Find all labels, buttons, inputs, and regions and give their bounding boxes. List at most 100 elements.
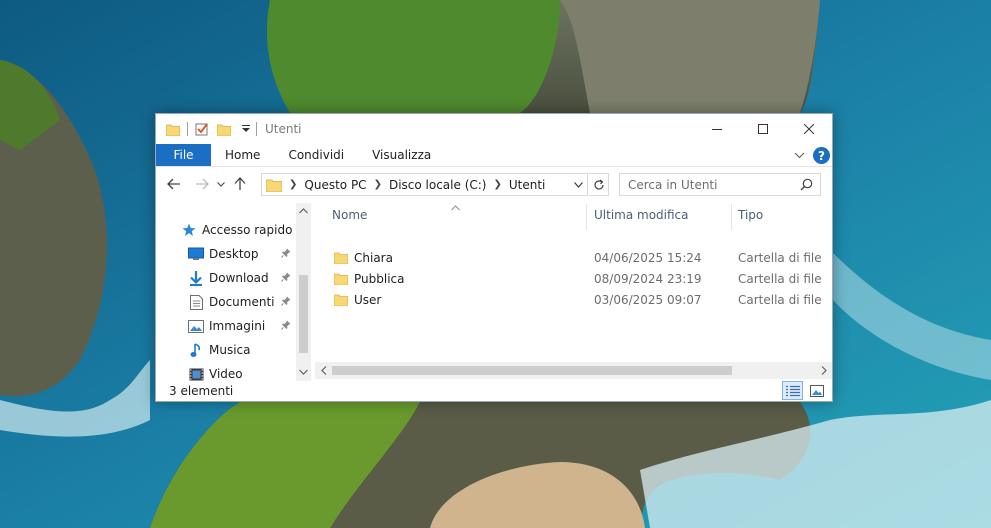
details-view-button[interactable] [782,381,803,400]
chevron-right-icon[interactable]: ❯ [289,179,297,190]
folder-icon [266,178,282,192]
view-switcher [782,381,827,400]
sidebar-item-quick-access[interactable]: Accesso rapido [181,220,292,240]
expand-ribbon-chevron-icon[interactable] [794,152,805,159]
folder-icon [334,273,348,285]
sidebar-item-documents[interactable]: Documenti [188,292,295,312]
sidebar-item-label: Accesso rapido [202,223,293,237]
up-button[interactable] [228,172,252,196]
column-header-type[interactable]: Tipo [738,200,763,230]
up-arrow-icon [234,177,246,190]
file-modified: 04/06/2025 15:24 [594,250,702,265]
file-row-user[interactable]: User 03/06/2025 09:07 Cartella di file [315,289,832,310]
file-modified: 08/09/2024 23:19 [594,271,702,286]
documents-icon [188,294,204,310]
file-explorer-window: Utenti File Home Condividi Visualizza ? [155,113,833,402]
navigation-bar: ❯ Questo PC ❯ Disco locale (C:) ❯ Utenti [156,168,832,200]
quick-access-toolbar [165,114,263,144]
music-icon [188,342,204,358]
search-icon[interactable] [800,178,813,194]
tab-view[interactable]: Visualizza [358,144,445,166]
navigation-pane: Accesso rapido Desktop Download Document… [156,203,313,381]
sidebar-item-download[interactable]: Download [188,268,295,288]
sidebar-item-label: Musica [209,343,251,357]
pin-icon[interactable] [281,319,291,333]
sidebar-item-label: Download [209,271,269,285]
search-input[interactable] [628,177,793,192]
file-row-chiara[interactable]: Chiara 04/06/2025 15:24 Cartella di file [315,247,832,268]
large-icons-view-button[interactable] [806,381,827,400]
scroll-down-arrow-icon[interactable] [296,364,311,379]
address-history-dropdown[interactable] [569,174,587,195]
file-type: Cartella di file [738,250,822,265]
file-name-cell: User [334,289,381,310]
pin-icon[interactable] [281,247,291,261]
ribbon-right: ? [794,144,830,167]
desktop-icon [188,246,204,262]
sidebar-item-label: Video [209,367,243,381]
address-bar[interactable]: ❯ Questo PC ❯ Disco locale (C:) ❯ Utenti [261,173,588,196]
minimize-button[interactable] [694,114,740,144]
folder-icon [334,294,348,306]
breadcrumb-local-disk[interactable]: Disco locale (C:) [389,178,487,192]
toolbar-divider [256,122,257,136]
window-title: Utenti [265,122,302,136]
file-type: Cartella di file [738,271,822,286]
scrollbar-thumb[interactable] [332,366,732,375]
back-button[interactable] [162,172,186,196]
pin-icon[interactable] [281,295,291,309]
column-header-name[interactable]: Nome [332,200,367,230]
close-icon [804,124,814,134]
file-name-cell: Pubblica [334,268,404,289]
window-controls [694,114,832,144]
back-arrow-icon [167,178,180,190]
forward-button[interactable] [190,172,214,196]
file-modified: 03/06/2025 09:07 [594,292,702,307]
column-header-modified[interactable]: Ultima modifica [594,200,689,230]
chevron-right-icon[interactable]: ❯ [493,179,501,190]
status-bar: 3 elementi [156,380,832,401]
pin-icon[interactable] [281,271,291,285]
help-button[interactable]: ? [813,147,830,164]
recent-locations-button[interactable] [214,172,228,196]
properties-icon[interactable] [194,121,210,137]
column-divider[interactable] [731,204,732,230]
new-folder-icon[interactable] [216,121,232,137]
scroll-left-arrow-icon[interactable] [315,362,332,379]
tab-share[interactable]: Condividi [274,144,358,166]
details-view-icon [785,385,800,396]
chevron-down-icon [217,181,225,187]
sidebar-item-label: Immagini [209,319,266,333]
maximize-icon [758,124,768,134]
pictures-icon [188,318,204,334]
maximize-button[interactable] [740,114,786,144]
filelist-horizontal-scrollbar[interactable] [315,362,832,379]
column-divider[interactable] [586,204,587,230]
scroll-up-arrow-icon[interactable] [296,203,311,218]
title-bar: Utenti [156,114,832,144]
scrollbar-thumb[interactable] [299,275,308,353]
scroll-right-arrow-icon[interactable] [815,362,832,379]
file-list: Nome Ultima modifica Tipo Chiara 04/06/2… [315,200,832,381]
refresh-button[interactable] [589,173,609,196]
sidebar-item-music[interactable]: Musica [188,340,251,360]
toolbar-divider [187,122,188,136]
item-count: 3 elementi [169,383,234,398]
folder-icon[interactable] [165,121,181,137]
sidebar-item-desktop[interactable]: Desktop [188,244,295,264]
navpane-vertical-scrollbar[interactable] [296,203,311,381]
sidebar-item-pictures[interactable]: Immagini [188,316,295,336]
close-button[interactable] [786,114,832,144]
breadcrumb-this-pc[interactable]: Questo PC [304,178,366,192]
chevron-right-icon[interactable]: ❯ [374,179,382,190]
ribbon-tabs: File Home Condividi Visualizza ? [156,144,832,167]
forward-arrow-icon [196,178,209,190]
customize-toolbar-dropdown-icon[interactable] [238,121,254,137]
sort-ascending-icon [451,200,460,214]
tab-home[interactable]: Home [211,144,274,166]
breadcrumb-users[interactable]: Utenti [509,178,546,192]
file-name-cell: Chiara [334,247,393,268]
search-box[interactable] [619,173,821,196]
tab-file[interactable]: File [156,144,211,166]
file-row-pubblica[interactable]: Pubblica 08/09/2024 23:19 Cartella di fi… [315,268,832,289]
